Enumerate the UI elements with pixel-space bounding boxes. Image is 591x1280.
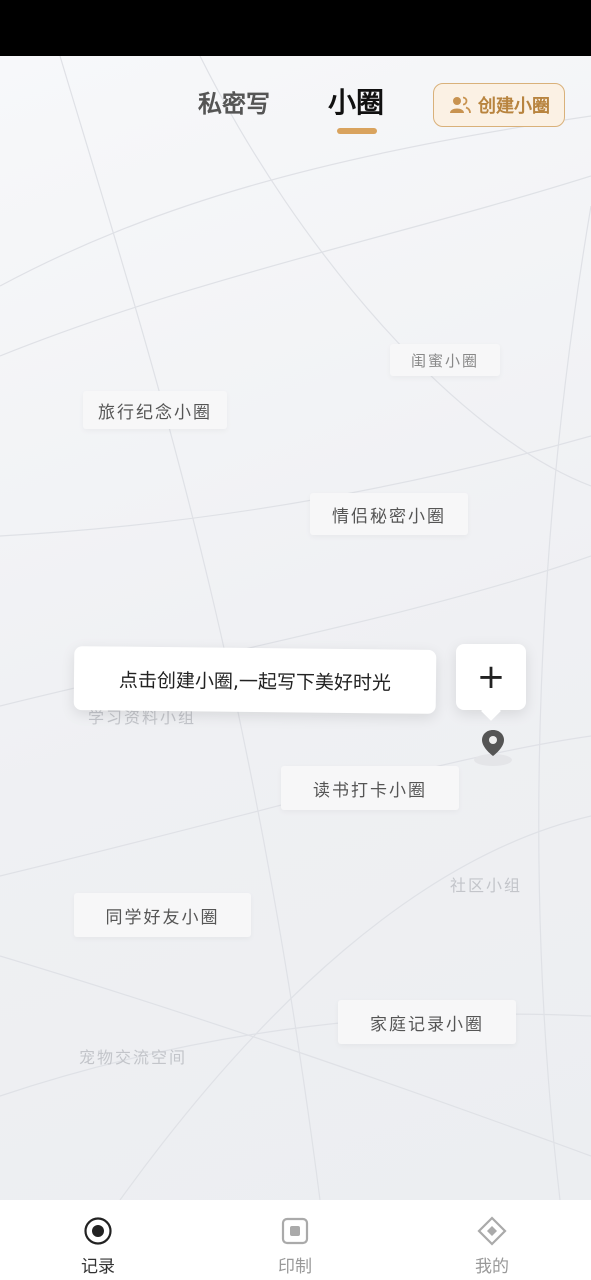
nav-record[interactable]: 记录 [48,1200,148,1280]
tab-circle[interactable]: 小圈 [328,81,384,121]
bottom-navigation: 记录 印制 我的 [0,1200,591,1280]
diamond-icon [477,1216,507,1246]
nav-print-label: 印制 [278,1257,312,1277]
nav-record-label: 记录 [81,1257,115,1277]
location-pin-icon [474,730,512,766]
add-circle-button[interactable]: + [456,644,526,710]
circle-chip-besties[interactable]: 闺蜜小圈 [390,344,500,376]
circle-chip-couple[interactable]: 情侣秘密小圈 [310,493,468,535]
record-icon [84,1217,112,1245]
circle-chip-family[interactable]: 家庭记录小圈 [338,1000,516,1044]
circle-chip-travel[interactable]: 旅行纪念小圈 [83,391,227,429]
nav-mine-label: 我的 [475,1257,509,1277]
create-circle-label: 创建小圈 [478,96,550,117]
nav-mine[interactable]: 我的 [442,1200,542,1280]
faded-circle-pets: 宠物交流空间 [79,1048,188,1067]
status-bar [0,0,591,56]
main-screen: 私密写 小圈 创建小圈 闺蜜小圈 旅行纪念小圈 情侣秘密小圈 读书打卡小圈 同学… [0,56,591,1200]
create-circle-button[interactable]: 创建小圈 [433,83,565,127]
circle-chip-reading[interactable]: 读书打卡小圈 [281,766,459,810]
active-tab-indicator [337,128,377,134]
users-icon [450,96,471,114]
print-icon [281,1217,309,1245]
faded-circle-community: 社区小组 [450,876,523,895]
create-hint-tooltip: 点击创建小圈,一起写下美好时光 [73,646,437,714]
top-header: 私密写 小圈 创建小圈 [0,56,591,166]
circle-chip-classmates[interactable]: 同学好友小圈 [74,893,251,937]
plus-icon: + [476,657,506,697]
tab-private-write[interactable]: 私密写 [198,84,270,119]
nav-print[interactable]: 印制 [245,1200,345,1280]
